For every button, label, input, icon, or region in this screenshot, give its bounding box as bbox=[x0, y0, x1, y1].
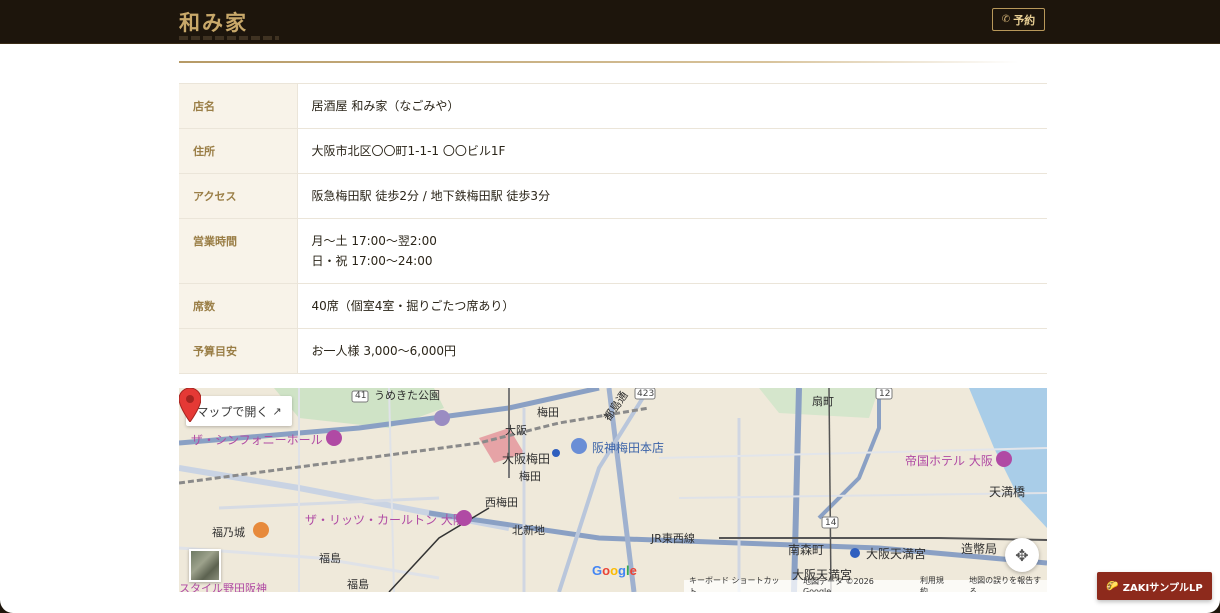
value-line: 月〜土 17:00〜翌2:00 bbox=[311, 234, 437, 248]
row-value: 居酒屋 和み家（なごみや） bbox=[297, 83, 1047, 129]
value-line: 40席（個室4室・掘りごたつ席あり） bbox=[311, 299, 515, 313]
route-shield-label: 41 bbox=[355, 391, 367, 401]
value-line: 居酒屋 和み家（なごみや） bbox=[311, 99, 460, 113]
row-label: アクセス bbox=[179, 173, 298, 219]
map-label: うめきた公園 bbox=[374, 389, 440, 402]
map-label: 北新地 bbox=[512, 524, 545, 537]
map-label: 造幣局 bbox=[961, 542, 998, 556]
map-label: 梅田 bbox=[519, 470, 541, 483]
map-label: 天満橋 bbox=[989, 485, 1026, 499]
row-label: 席数 bbox=[179, 283, 298, 329]
taco-icon: 🌮 bbox=[1106, 580, 1119, 592]
reserve-label: 予約 bbox=[1013, 13, 1036, 27]
map-label: 福乃城 bbox=[212, 526, 245, 539]
row-label: 店名 bbox=[179, 83, 298, 129]
map-label: 阪神梅田本店 bbox=[592, 441, 665, 455]
row-value: お一人様 3,000〜6,000円 bbox=[297, 328, 1047, 374]
table-row: 店名 居酒屋 和み家（なごみや） bbox=[179, 83, 1047, 129]
map-label: 南森町 bbox=[788, 543, 825, 557]
value-line: 大阪市北区〇〇町1-1-1 〇〇ビル1F bbox=[311, 144, 506, 158]
route-shield-label: 423 bbox=[637, 389, 655, 399]
map-label: ザ・リッツ・カールトン 大阪 bbox=[305, 513, 465, 527]
map-attribution: キーボード ショートカット 地図データ ©2026 Google 利用規約 地図… bbox=[684, 576, 1047, 592]
map-data-text: 地図データ ©2026 Google bbox=[802, 577, 874, 592]
terms-link[interactable]: 利用規約 bbox=[920, 575, 951, 592]
value-line: 日・祝 17:00〜24:00 bbox=[311, 254, 433, 268]
route-shield-label: 14 bbox=[825, 518, 837, 528]
reserve-button[interactable]: ✆ 予約 bbox=[992, 8, 1045, 31]
map-label: 帝国ホテル 大阪 bbox=[905, 454, 993, 468]
table-row: 予算目安 お一人様 3,000〜6,000円 bbox=[179, 328, 1047, 374]
phone-icon: ✆ bbox=[1001, 14, 1011, 25]
row-value: 阪急梅田駅 徒歩2分 / 地下鉄梅田駅 徒歩3分 bbox=[297, 173, 1047, 219]
map-label: 梅田 bbox=[537, 406, 559, 419]
map-pin-icon[interactable] bbox=[179, 388, 201, 422]
map-label: 扇町 bbox=[812, 395, 834, 408]
satellite-toggle-button[interactable] bbox=[189, 549, 221, 582]
floating-lp-badge[interactable]: 🌮 ZAKIサンプルLP bbox=[1097, 572, 1212, 600]
open-in-maps-label: マップで開く bbox=[196, 404, 269, 419]
value-line: お一人様 3,000〜6,000円 bbox=[311, 344, 457, 358]
footer-strip bbox=[0, 600, 1220, 613]
store-info-table: 店名 居酒屋 和み家（なごみや） 住所 大阪市北区〇〇町1-1-1 〇〇ビル1F… bbox=[179, 83, 1047, 374]
route-shield-label: 12 bbox=[879, 389, 891, 399]
fullscreen-icon[interactable]: ✥ bbox=[1005, 538, 1039, 572]
row-label: 営業時間 bbox=[179, 218, 298, 284]
table-row: 営業時間 月〜土 17:00〜翌2:00 日・祝 17:00〜24:00 bbox=[179, 218, 1047, 284]
row-value: 大阪市北区〇〇町1-1-1 〇〇ビル1F bbox=[297, 128, 1047, 174]
map-label: 西梅田 bbox=[485, 496, 518, 509]
floating-badge-label: ZAKIサンプルLP bbox=[1122, 582, 1203, 594]
section-heading-cut bbox=[179, 29, 289, 45]
google-logo: Google bbox=[592, 563, 637, 578]
section-divider bbox=[179, 61, 1019, 63]
keyboard-shortcuts-link[interactable]: キーボード ショートカット bbox=[689, 575, 785, 592]
open-in-maps-button[interactable]: マップで開く ↗ bbox=[186, 396, 292, 426]
value-line: 阪急梅田駅 徒歩2分 / 地下鉄梅田駅 徒歩3分 bbox=[311, 189, 551, 203]
embedded-map[interactable]: うめきた公園 ザ・シンフォニーホール 大阪 梅田 大阪梅田 阪神梅田本店 梅田 … bbox=[179, 388, 1047, 592]
row-label: 住所 bbox=[179, 128, 298, 174]
table-row: アクセス 阪急梅田駅 徒歩2分 / 地下鉄梅田駅 徒歩3分 bbox=[179, 173, 1047, 219]
row-label: 予算目安 bbox=[179, 328, 298, 374]
table-row: 席数 40席（個室4室・掘りごたつ席あり） bbox=[179, 283, 1047, 329]
external-link-icon: ↗ bbox=[272, 404, 282, 418]
report-error-link[interactable]: 地図の誤りを報告する bbox=[969, 575, 1047, 592]
map-label: 福島 bbox=[347, 578, 369, 591]
map-label: JR東西線 bbox=[651, 532, 695, 545]
row-value: 40席（個室4室・掘りごたつ席あり） bbox=[297, 283, 1047, 329]
table-row: 住所 大阪市北区〇〇町1-1-1 〇〇ビル1F bbox=[179, 128, 1047, 174]
map-label: 大阪天満宮 bbox=[866, 547, 927, 561]
map-label: 大阪梅田 bbox=[502, 452, 551, 466]
map-label: 福島 bbox=[319, 552, 341, 565]
row-value: 月〜土 17:00〜翌2:00 日・祝 17:00〜24:00 bbox=[297, 218, 1047, 284]
map-label: ザ・シンフォニーホール bbox=[191, 433, 323, 447]
map-label: 大阪 bbox=[505, 424, 527, 437]
